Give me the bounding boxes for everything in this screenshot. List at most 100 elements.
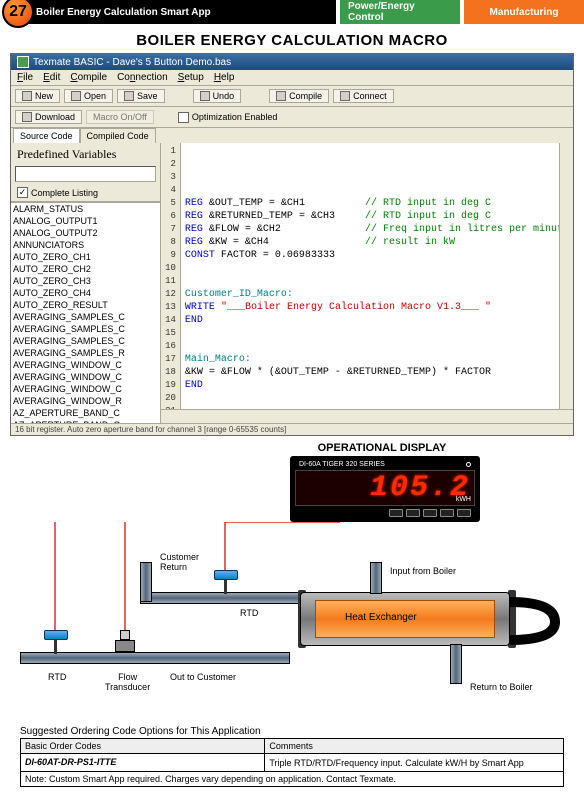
ide-menubar[interactable]: File Edit Compile Connection Setup Help — [11, 70, 573, 86]
meter-btn-2[interactable] — [406, 509, 420, 517]
tab-source-code[interactable]: Source Code — [13, 128, 80, 143]
btn-download[interactable]: Download — [15, 110, 82, 124]
tag-category-2: Manufacturing — [464, 0, 584, 24]
label-rtd1: RTD — [48, 672, 66, 682]
ide-body: Predefined Variables Complete Listing AL… — [11, 143, 573, 423]
pv-item[interactable]: AUTO_ZERO_RESULT — [13, 299, 160, 311]
meter-screen: 105.2 kWH — [295, 470, 475, 506]
process-diagram: Heat Exchanger RTD Flow Transducer Out t… — [10, 522, 574, 722]
opt-enabled-checkbox[interactable]: Optimization Enabled — [178, 112, 278, 123]
th-comments: Comments — [265, 739, 564, 754]
open-icon — [71, 91, 81, 101]
label-customer-return: Customer Return — [160, 552, 199, 572]
pipe-return-vert — [140, 562, 152, 602]
pipe-boiler-return — [450, 644, 462, 684]
op-display-title: OPERATIONAL DISPLAY — [190, 442, 574, 454]
digital-meter: DI-60A TIGER 320 SERIES 105.2 kWH — [290, 456, 480, 522]
menu-setup[interactable]: Setup — [178, 72, 204, 83]
pv-item[interactable]: ANNUNCIATORS — [13, 239, 160, 251]
menu-compile[interactable]: Compile — [70, 72, 107, 83]
meter-indicator-icon — [466, 462, 471, 467]
btn-undo[interactable]: Undo — [193, 89, 242, 103]
btn-macro-onoff[interactable]: Macro On/Off — [86, 110, 154, 124]
menu-connection[interactable]: Connection — [117, 72, 168, 83]
line-gutter: 1 2 3 4 5 6 7 8 9 10 11 12 13 14 15 16 1… — [161, 143, 181, 423]
code-area[interactable]: REG &OUT_TEMP = &CH1 // RTD input in deg… — [181, 143, 573, 423]
ide-toolbar-2: Download Macro On/Off Optimization Enabl… — [11, 107, 573, 128]
meter-model: DI-60A TIGER 320 SERIES — [299, 461, 385, 468]
download-icon — [22, 112, 32, 122]
ide-title-text: Texmate BASIC - Dave's 5 Button Demo.bas — [33, 57, 231, 68]
pv-item[interactable]: AVERAGING_SAMPLES_R — [13, 347, 160, 359]
connect-icon — [340, 91, 350, 101]
checkbox-icon — [178, 112, 189, 123]
meter-btn-1[interactable] — [389, 509, 403, 517]
btn-connect[interactable]: Connect — [333, 89, 394, 103]
pv-filter-input[interactable] — [15, 166, 156, 182]
ide-window: Texmate BASIC - Dave's 5 Button Demo.bas… — [10, 53, 574, 436]
menu-edit[interactable]: Edit — [43, 72, 60, 83]
rtd-sensor-2 — [214, 570, 238, 580]
pv-item[interactable]: AUTO_ZERO_CH1 — [13, 251, 160, 263]
order-note: Note: Custom Smart App required. Charges… — [21, 772, 564, 787]
meter-btn-5[interactable] — [457, 509, 471, 517]
flow-transducer-top — [120, 630, 130, 640]
undo-icon — [200, 91, 210, 101]
pv-item[interactable]: AVERAGING_WINDOW_C — [13, 359, 160, 371]
loop-pipe — [510, 592, 570, 652]
label-rtd2: RTD — [240, 608, 258, 618]
ordering-section: Suggested Ordering Code Options for This… — [20, 726, 564, 787]
btn-open[interactable]: Open — [64, 89, 113, 103]
code-editor[interactable]: 1 2 3 4 5 6 7 8 9 10 11 12 13 14 15 16 1… — [161, 143, 573, 423]
ordering-title: Suggested Ordering Code Options for This… — [20, 726, 564, 737]
pv-list[interactable]: ALARM_STATUSANALOG_OUTPUT1ANALOG_OUTPUT2… — [11, 202, 160, 423]
scrollbar-vertical[interactable] — [559, 143, 573, 409]
pv-item[interactable]: AVERAGING_WINDOW_R — [13, 395, 160, 407]
label-flow-transducer: Flow Transducer — [105, 672, 150, 692]
btn-compile[interactable]: Compile — [269, 89, 329, 103]
page-heading: BOILER ENERGY CALCULATION MACRO — [0, 32, 584, 49]
save-icon — [124, 91, 134, 101]
app-title: Boiler Energy Calculation Smart App — [24, 0, 336, 24]
btn-save[interactable]: Save — [117, 89, 165, 103]
ide-titlebar: Texmate BASIC - Dave's 5 Button Demo.bas — [11, 54, 573, 70]
pv-item[interactable]: AUTO_ZERO_CH2 — [13, 263, 160, 275]
ide-statusbar: 16 bit register. Auto zero aperture band… — [11, 423, 573, 435]
pv-item[interactable]: ANALOG_OUTPUT2 — [13, 227, 160, 239]
scrollbar-horizontal[interactable] — [161, 409, 573, 423]
variables-panel: Predefined Variables Complete Listing AL… — [11, 143, 161, 423]
ordering-table: Basic Order Codes Comments DI-60AT-DR-PS… — [20, 738, 564, 787]
meter-buttons — [295, 506, 475, 517]
rtd-sensor-1 — [44, 630, 68, 640]
label-out-to-customer: Out to Customer — [170, 672, 236, 682]
pv-item[interactable]: AZ_APERTURE_BAND_C — [13, 419, 160, 423]
ide-tabs: Source Code Compiled Code — [11, 128, 573, 143]
btn-new[interactable]: New — [15, 89, 60, 103]
new-icon — [22, 91, 32, 101]
meter-btn-3[interactable] — [423, 509, 437, 517]
pv-item[interactable]: AVERAGING_SAMPLES_C — [13, 335, 160, 347]
pv-item[interactable]: AUTO_ZERO_CH4 — [13, 287, 160, 299]
tag-category-1: Power/Energy Control — [340, 0, 460, 24]
pv-item[interactable]: ALARM_STATUS — [13, 203, 160, 215]
pipe-out — [20, 652, 290, 664]
pipe-boiler-in — [370, 562, 382, 594]
tab-compiled-code[interactable]: Compiled Code — [80, 128, 156, 143]
menu-help[interactable]: Help — [214, 72, 235, 83]
pv-item[interactable]: AVERAGING_WINDOW_C — [13, 383, 160, 395]
pv-item[interactable]: AZ_APERTURE_BAND_C — [13, 407, 160, 419]
pv-item[interactable]: AUTO_ZERO_CH3 — [13, 275, 160, 287]
pv-item[interactable]: AVERAGING_SAMPLES_C — [13, 323, 160, 335]
pv-item[interactable]: AVERAGING_WINDOW_C — [13, 371, 160, 383]
pv-complete-listing[interactable]: Complete Listing — [11, 184, 160, 202]
pv-header: Predefined Variables — [11, 143, 160, 164]
pv-item[interactable]: ANALOG_OUTPUT1 — [13, 215, 160, 227]
label-return-boiler: Return to Boiler — [470, 682, 533, 692]
label-input-boiler: Input from Boiler — [390, 566, 456, 576]
menu-file[interactable]: File — [17, 72, 33, 83]
pv-item[interactable]: AVERAGING_SAMPLES_C — [13, 311, 160, 323]
flow-transducer-body — [115, 640, 135, 652]
app-icon — [17, 56, 29, 68]
meter-btn-4[interactable] — [440, 509, 454, 517]
th-codes: Basic Order Codes — [21, 739, 265, 754]
